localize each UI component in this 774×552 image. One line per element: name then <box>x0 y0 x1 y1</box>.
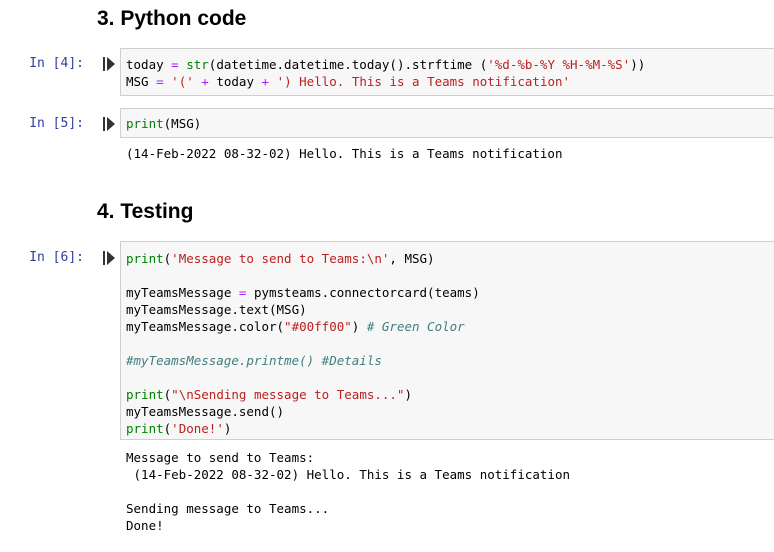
code-line: print('Done!') <box>121 420 774 437</box>
code-token: )) <box>630 57 646 72</box>
code-token: today <box>208 74 262 89</box>
code-line: #myTeamsMessage.printme() #Details <box>121 352 774 369</box>
cell-input[interactable]: print(MSG) <box>120 108 774 138</box>
code-line: myTeamsMessage.color("#00ff00") # Green … <box>121 318 774 335</box>
output-line: (14-Feb-2022 08-32-02) Hello. This is a … <box>126 467 571 482</box>
output-line: (14-Feb-2022 08-32-02) Hello. This is a … <box>126 146 563 161</box>
code-token: = <box>156 74 164 89</box>
code-token: (MSG) <box>163 116 202 131</box>
run-cell-icon[interactable] <box>103 117 115 131</box>
code-token: ) <box>404 387 412 402</box>
code-line: print('Message to send to Teams:\n', MSG… <box>121 250 774 267</box>
code-token: ) <box>351 319 367 334</box>
code-editor[interactable]: print('Message to send to Teams:\n', MSG… <box>121 250 774 437</box>
cell-output: (14-Feb-2022 08-32-02) Hello. This is a … <box>126 145 774 162</box>
code-token: "#00ff00" <box>284 319 352 334</box>
output-line: Done! <box>126 518 164 533</box>
section-heading-testing: 4. Testing <box>97 200 194 223</box>
output-line: Sending message to Teams... <box>126 501 330 516</box>
code-token: 'Message to send to Teams:\n' <box>171 251 390 266</box>
code-token: MSG <box>126 74 157 89</box>
code-token: "\nSending message to Teams..." <box>171 387 405 402</box>
code-line: myTeamsMessage.send() <box>121 403 774 420</box>
code-token: myTeamsMessage <box>126 285 239 300</box>
code-token: print <box>126 421 164 436</box>
code-token: # Green Color <box>366 319 465 334</box>
code-token: + <box>201 74 209 89</box>
code-token: 'Done!' <box>171 421 224 436</box>
code-token: ') Hello. This is a Teams notification' <box>276 74 571 89</box>
code-line: myTeamsMessage.text(MSG) <box>121 301 774 318</box>
cell-input[interactable]: print('Message to send to Teams:\n', MSG… <box>120 241 774 440</box>
code-token: '(' <box>171 74 194 89</box>
code-line: print("\nSending message to Teams...") <box>121 386 774 403</box>
code-token: (datetime.datetime.today().strftime ( <box>208 57 488 72</box>
code-token: print <box>126 387 164 402</box>
code-token: print <box>126 116 164 131</box>
code-token: = <box>171 57 179 72</box>
code-token: myTeamsMessage.send() <box>126 404 285 419</box>
code-token: , MSG) <box>389 251 435 266</box>
code-token: + <box>261 74 270 89</box>
run-cell-icon[interactable] <box>103 57 115 71</box>
code-token: pymsteams.connectorcard(teams) <box>246 285 480 300</box>
code-editor[interactable]: print(MSG) <box>121 115 774 132</box>
code-token: myTeamsMessage.color( <box>126 319 285 334</box>
code-line: print(MSG) <box>121 115 774 132</box>
cell-prompt: In [4]: <box>29 56 84 71</box>
code-line: today = str(datetime.datetime.today().st… <box>121 56 774 73</box>
cell-output: Message to send to Teams: (14-Feb-2022 0… <box>126 449 774 534</box>
code-line: MSG = '(' + today + ') Hello. This is a … <box>121 73 774 90</box>
code-line: myTeamsMessage = pymsteams.connectorcard… <box>121 284 774 301</box>
code-token: ) <box>223 421 232 436</box>
code-token: print <box>126 251 164 266</box>
cell-prompt: In [5]: <box>29 116 84 131</box>
code-token: today <box>126 57 172 72</box>
cell-prompt: In [6]: <box>29 250 84 265</box>
code-token: myTeamsMessage.text(MSG) <box>126 302 307 317</box>
code-editor[interactable]: today = str(datetime.datetime.today().st… <box>121 56 774 90</box>
code-token: #myTeamsMessage.printme() #Details <box>126 353 382 368</box>
code-token: str <box>186 57 209 72</box>
section-heading-python-code: 3. Python code <box>97 7 247 30</box>
output-line: Message to send to Teams: <box>126 450 315 465</box>
cell-input[interactable]: today = str(datetime.datetime.today().st… <box>120 48 774 96</box>
run-cell-icon[interactable] <box>103 251 115 265</box>
code-token: '%d-%b-%Y %H-%M-%S' <box>487 57 631 72</box>
